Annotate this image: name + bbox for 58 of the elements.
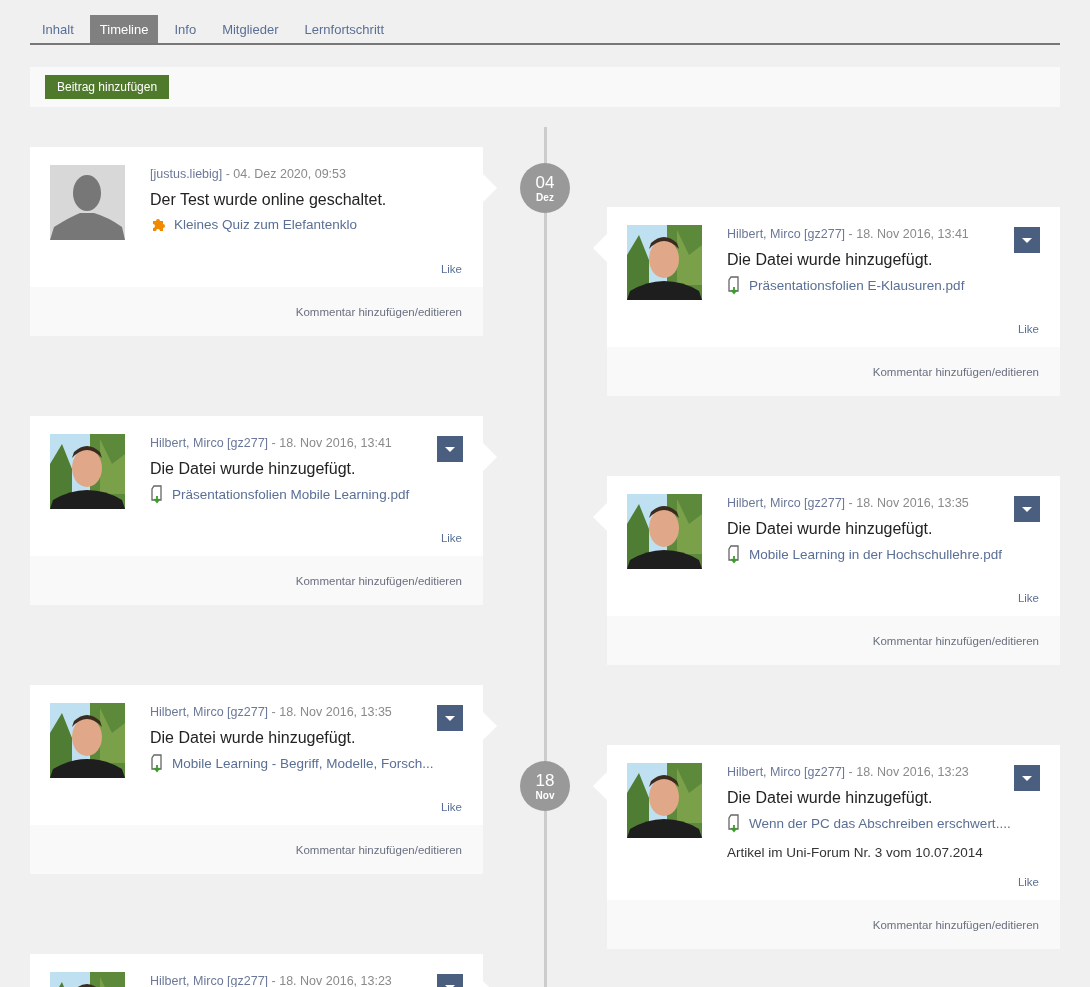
post-meta: Hilbert, Mirco [gz277] - 18. Nov 2016, 13:41 bbox=[727, 227, 970, 242]
comment-link[interactable]: Kommentar hinzufügen/editieren bbox=[295, 843, 462, 856]
file-download-icon bbox=[727, 814, 741, 833]
tab[interactable]: Lernfortschritt bbox=[294, 15, 394, 43]
like-link[interactable]: Like bbox=[440, 516, 462, 544]
attachment-link[interactable]: Mobile Learning - Begriff, Modelle, Forsch... bbox=[150, 754, 462, 773]
post-title: Der Test wurde online geschaltet. bbox=[150, 191, 388, 209]
file-download-icon bbox=[727, 276, 741, 295]
caret-icon bbox=[1022, 775, 1032, 781]
attachment-link[interactable]: Präsentationsfolien Mobile Learning.pdf bbox=[150, 485, 462, 504]
caret-icon bbox=[445, 715, 455, 721]
post-meta: Hilbert, Mirco [gz277] - 18. Nov 2016, 13:35 bbox=[150, 705, 393, 720]
like-link[interactable]: Like bbox=[1017, 576, 1039, 604]
post-meta: Hilbert, Mirco [gz277] - 18. Nov 2016, 13:41 bbox=[150, 436, 393, 451]
add-post-button[interactable]: Beitrag hinzufügen bbox=[45, 75, 170, 99]
comment-link[interactable]: Kommentar hinzufügen/editieren bbox=[295, 574, 462, 587]
marker-month: Nov bbox=[535, 790, 555, 801]
attachment-link[interactable]: Präsentationsfolien E-Klausuren.pdf bbox=[727, 276, 1039, 295]
comment-link[interactable]: Kommentar hinzufügen/editieren bbox=[295, 305, 462, 318]
caret-icon bbox=[1022, 506, 1032, 512]
post-title: Die Datei wurde hinzugefügt. bbox=[150, 729, 357, 747]
file-download-icon bbox=[150, 485, 164, 504]
tab[interactable]: Mitglieder bbox=[212, 15, 289, 43]
like-link[interactable]: Like bbox=[1017, 860, 1039, 888]
comment-link[interactable]: Kommentar hinzufügen/editieren bbox=[872, 634, 1039, 647]
file-download-icon bbox=[150, 754, 164, 773]
menu-button[interactable] bbox=[1014, 765, 1040, 791]
post-meta: Hilbert, Mirco [gz277] - 18. Nov 2016, 13:23 bbox=[150, 974, 393, 987]
like-link[interactable]: Like bbox=[440, 247, 462, 275]
caret-icon bbox=[1022, 237, 1032, 243]
attachment-link[interactable]: Wenn der PC das Abschreiben erschwert.... bbox=[727, 814, 1039, 833]
post-meta: Hilbert, Mirco [gz277] - 18. Nov 2016, 13:23 bbox=[727, 765, 970, 780]
menu-button[interactable] bbox=[1014, 227, 1040, 253]
puzzle-icon bbox=[150, 216, 166, 232]
comment-link[interactable]: Kommentar hinzufügen/editieren bbox=[872, 918, 1039, 931]
menu-button[interactable] bbox=[437, 436, 463, 462]
marker-month: Dez bbox=[536, 192, 554, 203]
marker-day: 18 bbox=[535, 771, 555, 789]
tab[interactable]: Info bbox=[164, 15, 207, 43]
like-link[interactable]: Like bbox=[440, 785, 462, 813]
marker-day: 04 bbox=[535, 173, 555, 191]
attachment-link[interactable]: Kleines Quiz zum Elefantenklo bbox=[150, 216, 462, 232]
post-meta: Hilbert, Mirco [gz277] - 18. Nov 2016, 13:35 bbox=[727, 496, 970, 511]
menu-button[interactable] bbox=[437, 705, 463, 731]
post-title: Die Datei wurde hinzugefügt. bbox=[727, 251, 934, 269]
attachment-link[interactable]: Mobile Learning in der Hochschullehre.pdf bbox=[727, 545, 1039, 564]
post-meta: [justus.liebig] - 04. Dez 2020, 09:53 bbox=[150, 167, 347, 182]
file-download-icon bbox=[727, 545, 741, 564]
tab[interactable]: Timeline bbox=[89, 15, 159, 43]
post-title: Die Datei wurde hinzugefügt. bbox=[727, 789, 934, 807]
menu-button[interactable] bbox=[1014, 496, 1040, 522]
post-title: Die Datei wurde hinzugefügt. bbox=[150, 460, 357, 478]
caret-icon bbox=[445, 446, 455, 452]
post-description: Artikel im Uni-Forum Nr. 3 vom 10.07.2014 bbox=[727, 845, 984, 860]
post-title: Die Datei wurde hinzugefügt. bbox=[727, 520, 934, 538]
tab[interactable]: Inhalt bbox=[32, 15, 84, 43]
like-link[interactable]: Like bbox=[1017, 307, 1039, 335]
comment-link[interactable]: Kommentar hinzufügen/editieren bbox=[872, 365, 1039, 378]
